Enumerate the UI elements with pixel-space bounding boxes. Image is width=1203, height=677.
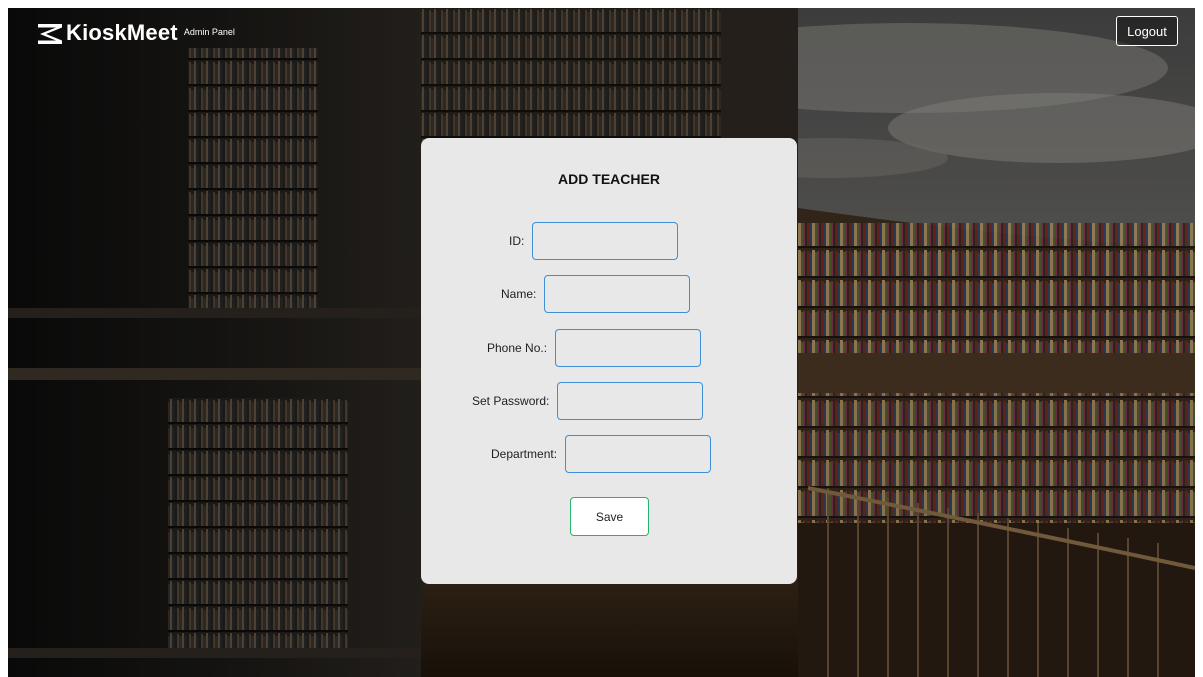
kioskmeet-logo-icon xyxy=(38,24,62,44)
form-title: ADD TEACHER xyxy=(558,171,660,187)
id-row: ID: xyxy=(509,222,679,260)
brand-name: KioskMeet xyxy=(66,20,178,45)
brand-subtitle: Admin Panel xyxy=(183,27,235,37)
save-button[interactable]: Save xyxy=(570,497,649,536)
phone-label: Phone No.: xyxy=(487,341,548,355)
top-bar: KioskMeet Admin Panel Logout xyxy=(8,8,1195,56)
password-input[interactable] xyxy=(557,382,704,420)
name-row: Name: xyxy=(501,275,691,313)
id-input[interactable] xyxy=(532,222,679,260)
name-label: Name: xyxy=(501,287,537,301)
add-teacher-form: ADD TEACHER ID: Name: Phone No.: Set Pas… xyxy=(421,138,797,584)
brand[interactable]: KioskMeet Admin Panel xyxy=(38,22,235,44)
department-label: Department: xyxy=(491,447,558,461)
id-label: ID: xyxy=(509,234,525,248)
phone-input[interactable] xyxy=(555,329,702,367)
name-input[interactable] xyxy=(544,275,691,313)
logout-button[interactable]: Logout xyxy=(1116,16,1178,46)
department-input[interactable] xyxy=(565,435,712,473)
password-label: Set Password: xyxy=(472,394,550,408)
phone-row: Phone No.: xyxy=(487,329,702,367)
department-row: Department: xyxy=(491,435,712,473)
page: KioskMeet Admin Panel Logout ADD TEACHER… xyxy=(8,8,1195,677)
password-row: Set Password: xyxy=(472,382,704,420)
